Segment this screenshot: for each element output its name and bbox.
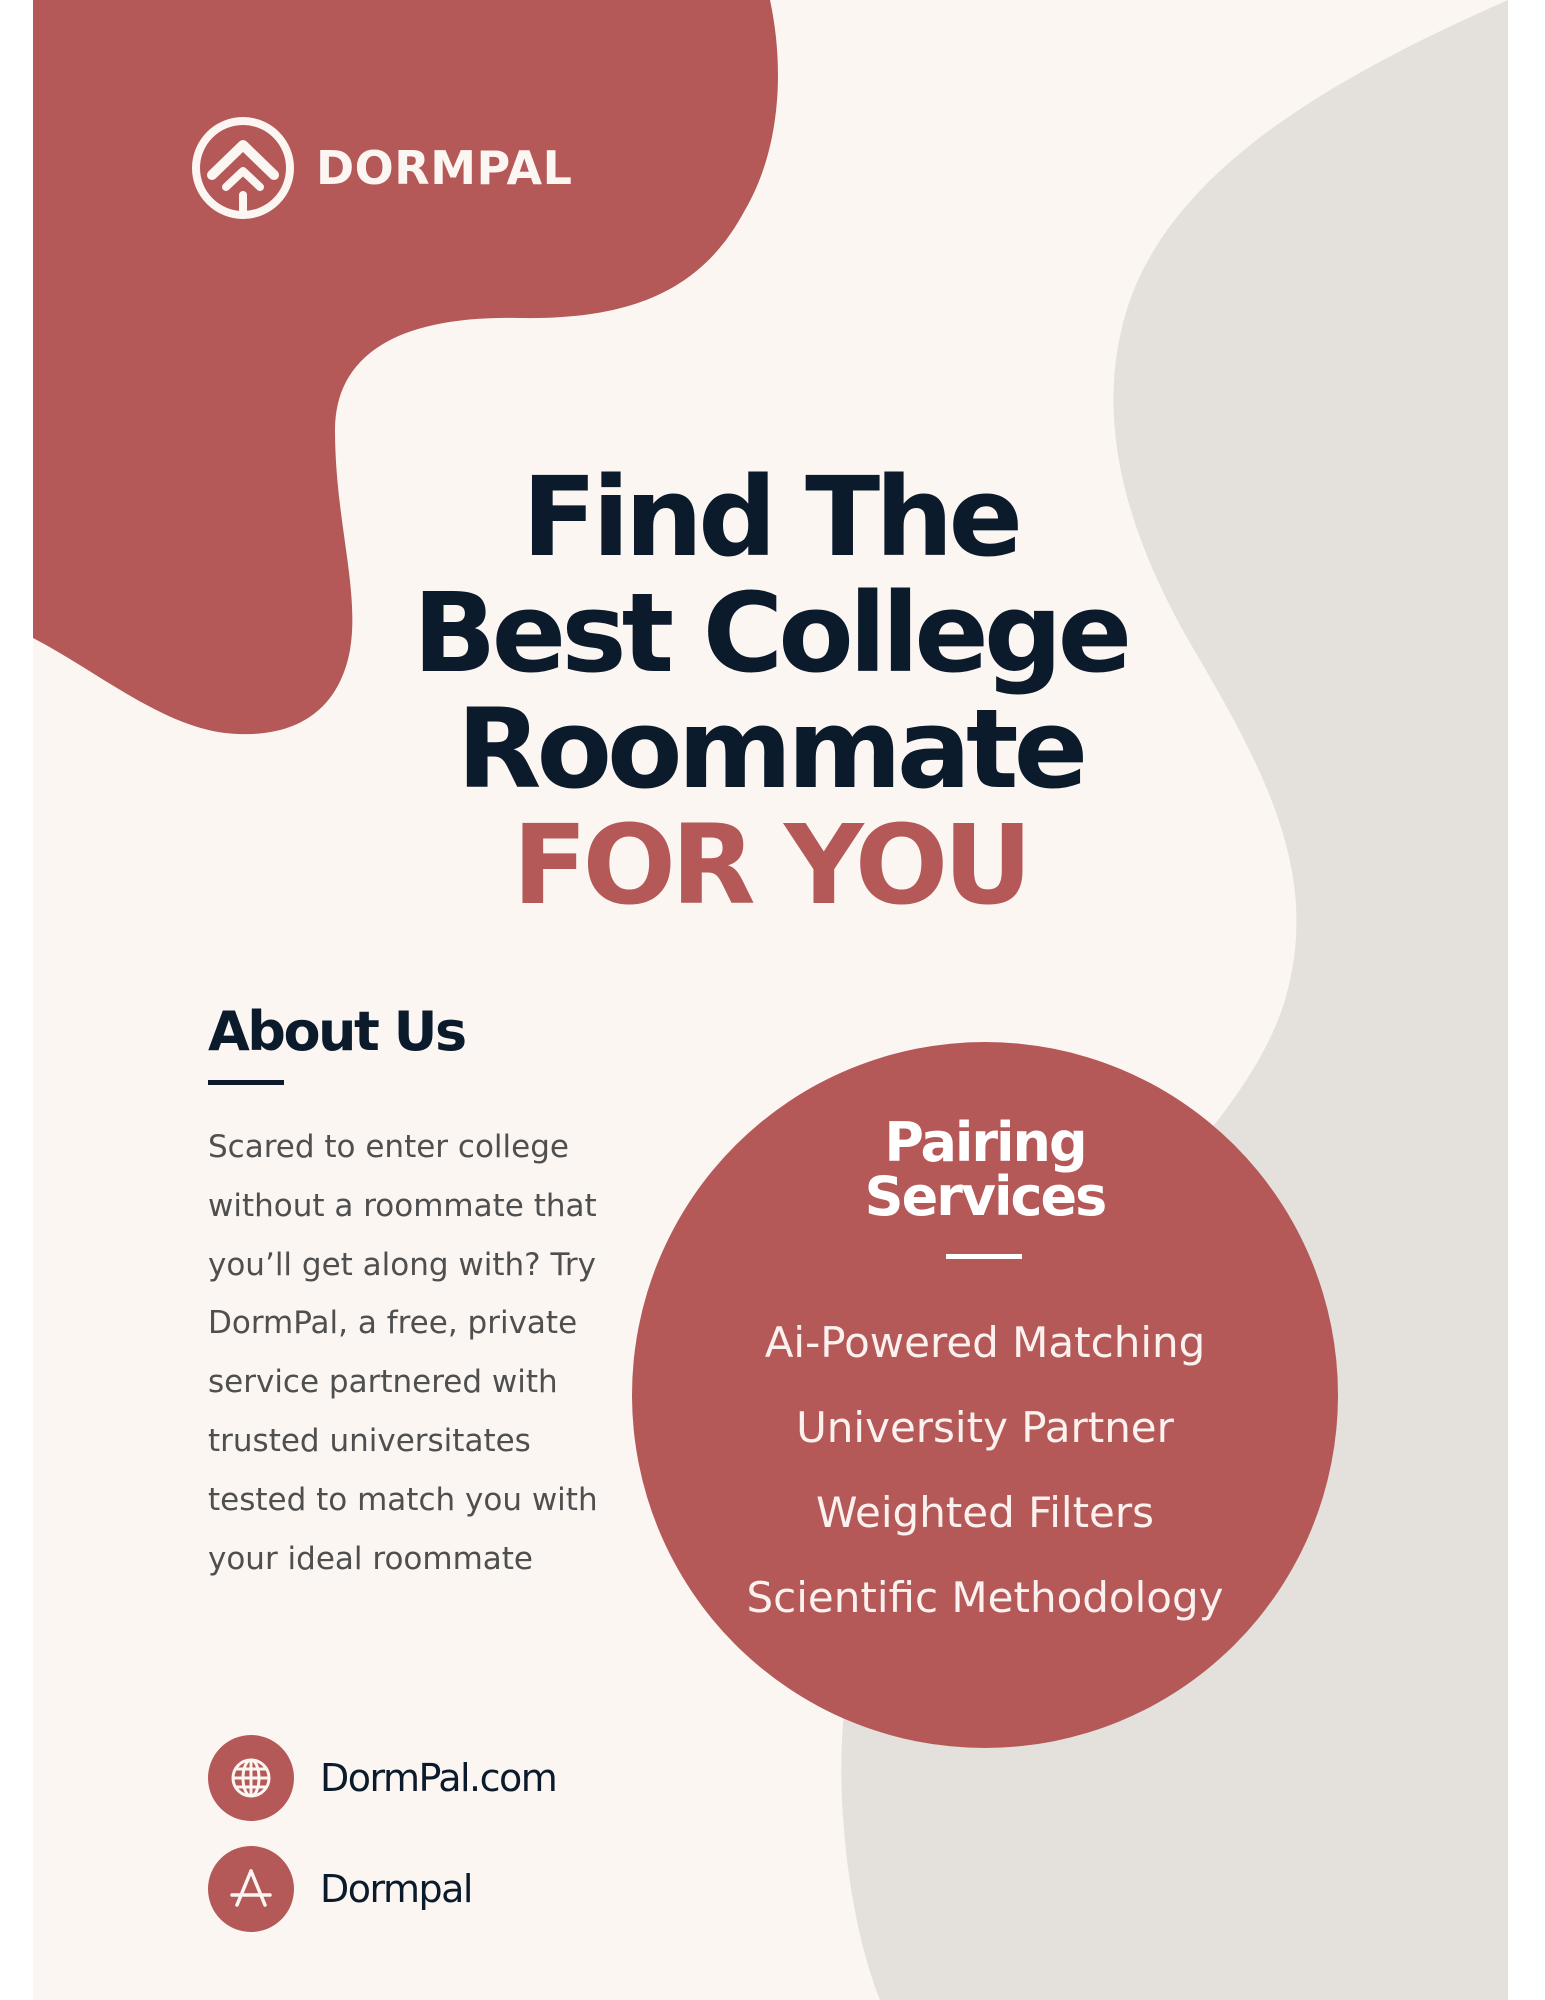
contact-app-store[interactable]: Dormpal: [208, 1846, 473, 1932]
app-store-icon: [208, 1846, 294, 1932]
globe-icon: [208, 1735, 294, 1821]
headline: Find The Best College Roommate FOR YOU: [330, 459, 1210, 923]
services-divider: [946, 1254, 1022, 1259]
brand-name: DORMPAL: [316, 141, 573, 195]
headline-line-1: Find The: [521, 452, 1023, 581]
services-circle: Pairing Services Ai-Powered Matching Uni…: [632, 1042, 1338, 1748]
services-title-line-1: Pairing: [884, 1111, 1087, 1174]
contact-website[interactable]: DormPal.com: [208, 1735, 558, 1821]
headline-line-2: Best College: [412, 568, 1132, 697]
about-title: About Us: [208, 1000, 467, 1063]
dormpal-roof-logo-icon: [192, 117, 294, 219]
about-divider: [208, 1080, 284, 1085]
about-body: Scared to enter college without a roomma…: [208, 1129, 598, 1577]
headline-line-3: Roommate: [456, 684, 1089, 813]
service-item: Scientific Methodology: [746, 1573, 1224, 1622]
service-item: University Partner: [796, 1403, 1174, 1452]
service-item: Ai-Powered Matching: [764, 1318, 1206, 1367]
website-text: DormPal.com: [320, 1756, 558, 1800]
services-list: Ai-Powered Matching University Partner W…: [632, 1300, 1338, 1640]
services-title-line-2: Services: [864, 1165, 1108, 1228]
service-item: Weighted Filters: [815, 1488, 1155, 1537]
headline-accent-line: FOR YOU: [512, 800, 1032, 929]
brand-logo: DORMPAL: [190, 115, 572, 221]
services-title: Pairing Services: [632, 1116, 1338, 1224]
poster: DORMPAL Find The Best College Roommate F…: [0, 0, 1545, 2000]
app-store-text: Dormpal: [320, 1867, 473, 1911]
